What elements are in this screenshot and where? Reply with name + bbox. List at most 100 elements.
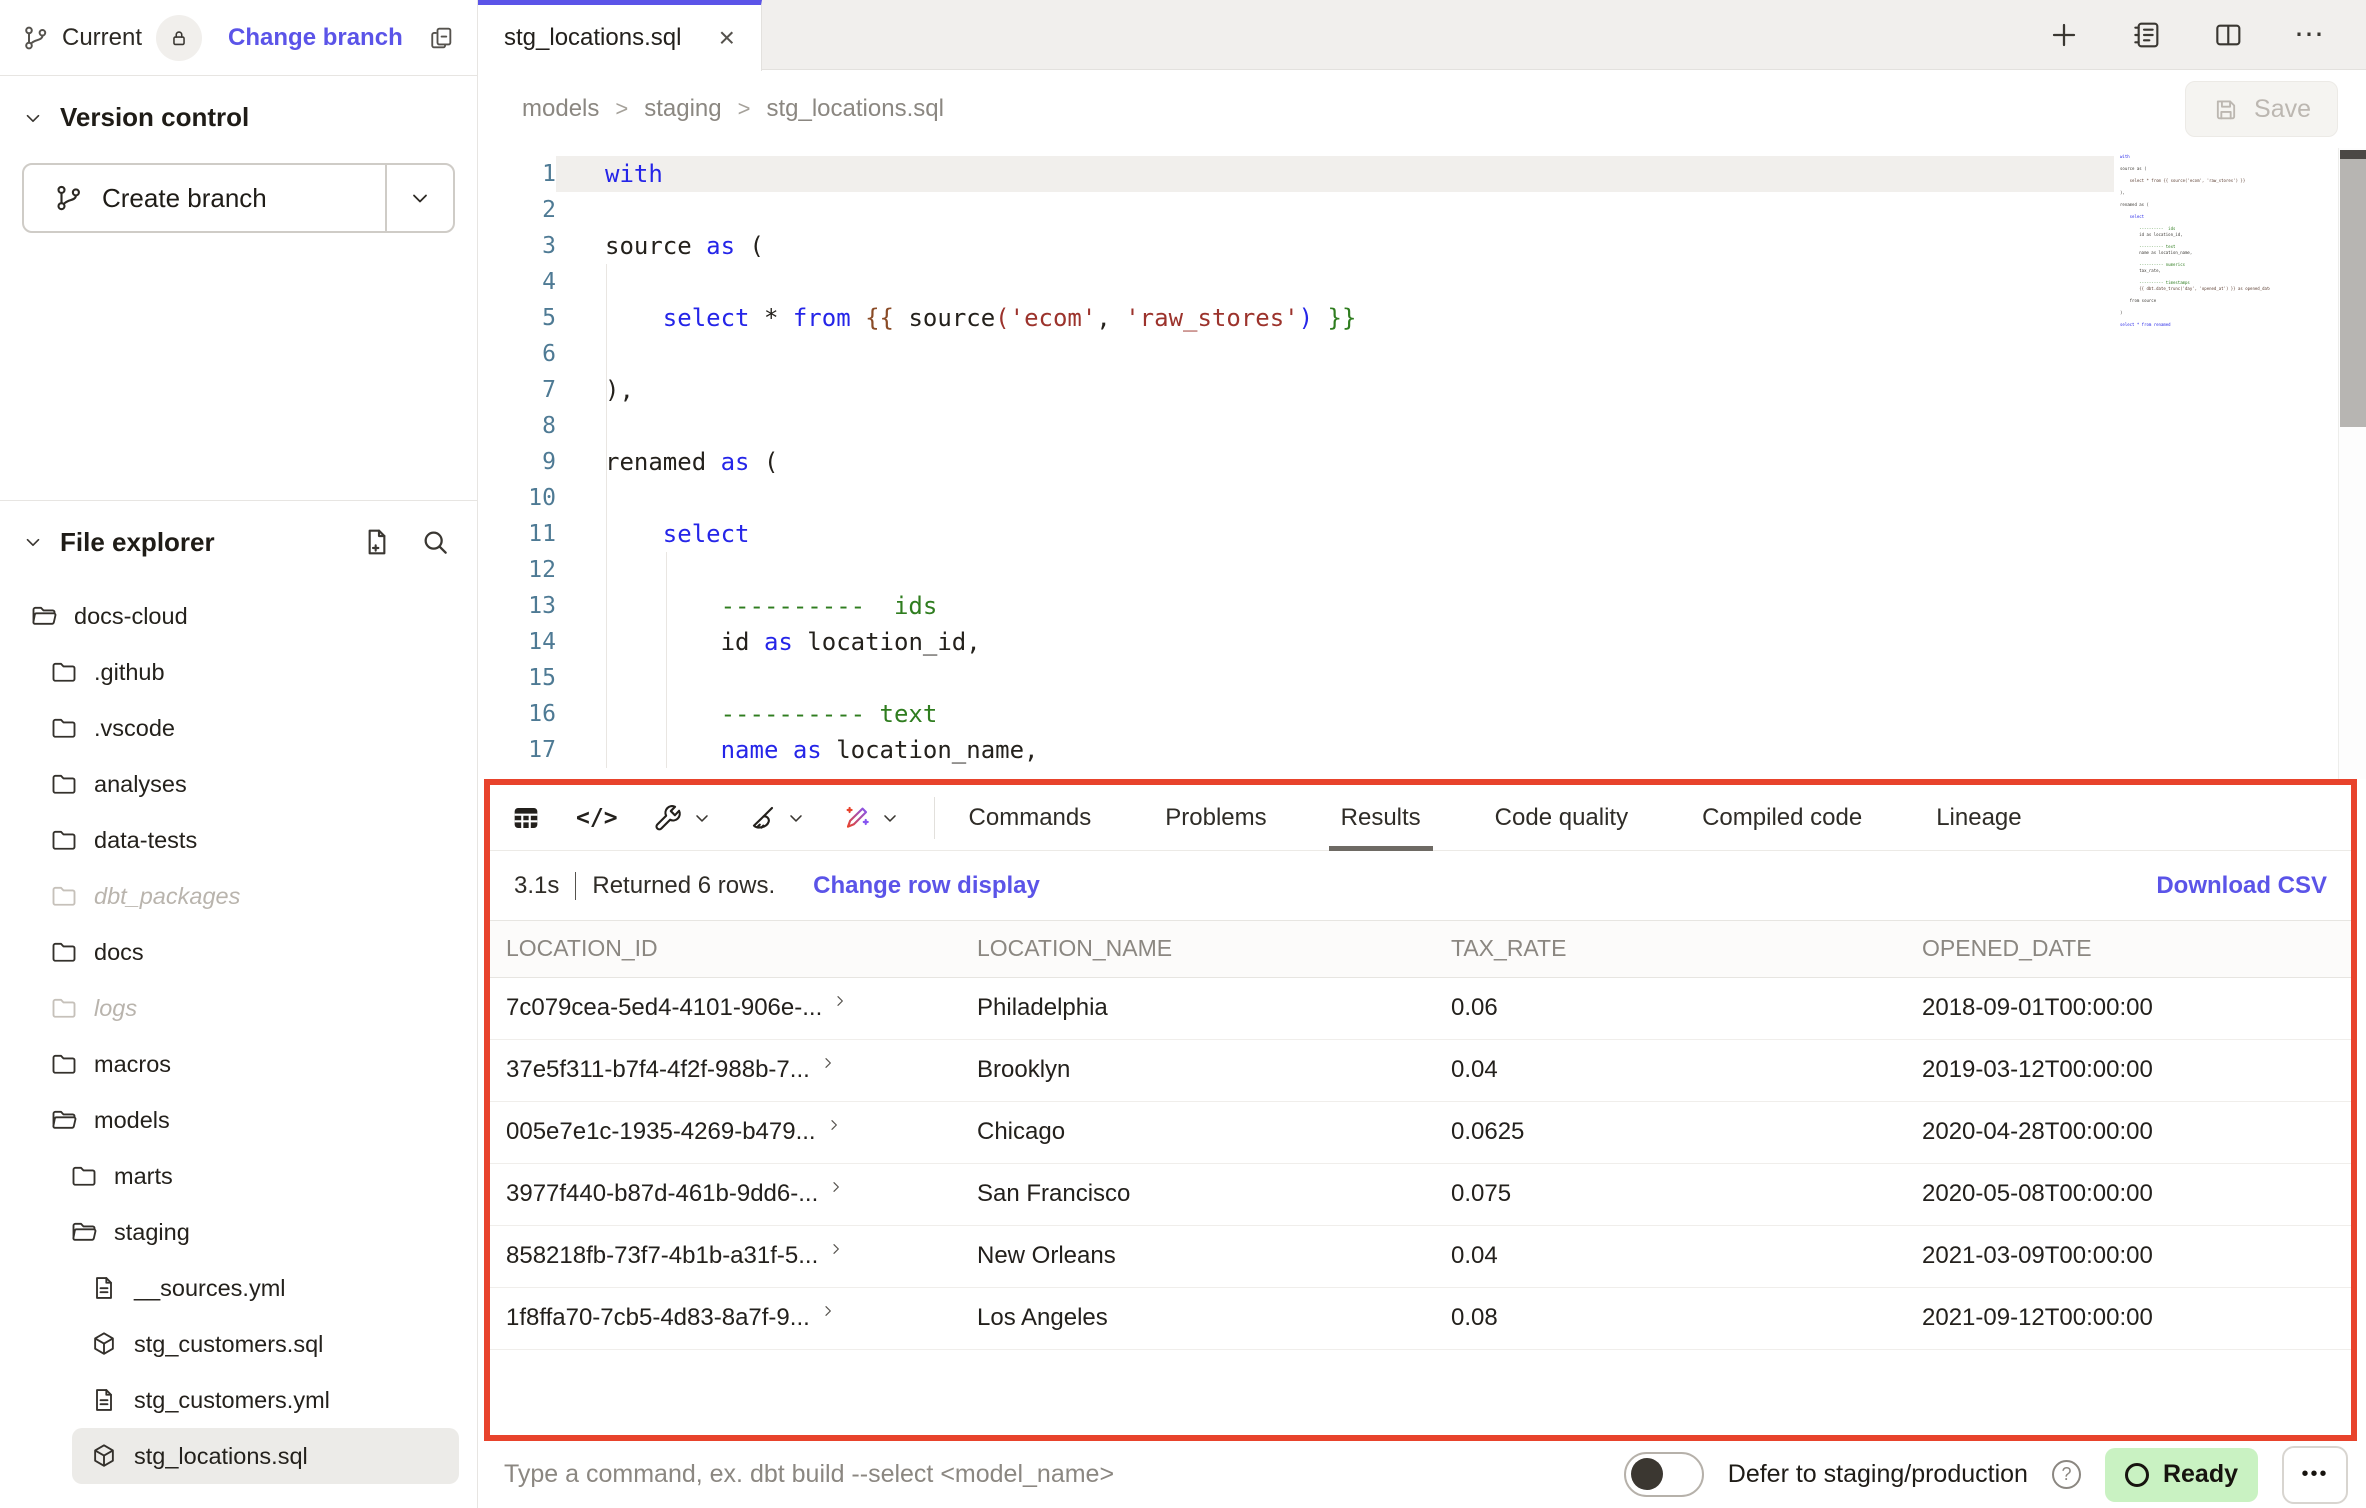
cell: 2018-09-01T00:00:00: [1906, 977, 2351, 1039]
breadcrumb-staging[interactable]: staging: [644, 95, 721, 123]
code-line-3[interactable]: 3source as (: [478, 228, 2366, 264]
results-tab-commands[interactable]: Commands: [965, 785, 1096, 851]
chevron-down-icon[interactable]: [22, 531, 44, 553]
chev-right-icon: [828, 1179, 844, 1195]
change-row-display-link[interactable]: Change row display: [813, 872, 1040, 900]
save-button[interactable]: Save: [2185, 81, 2338, 137]
file-tree: docs-cloud .github .vscodeanalysesdata-tes…: [0, 588, 477, 1484]
search-icon[interactable]: [419, 526, 451, 558]
code-line-7[interactable]: 7),: [478, 372, 2366, 408]
results-tab-lineage[interactable]: Lineage: [1932, 785, 2025, 851]
results-tab-problems[interactable]: Problems: [1161, 785, 1270, 851]
code-line-16[interactable]: 16 ---------- text: [478, 696, 2366, 732]
line-number: 6: [478, 336, 556, 372]
file-tree-item-dbt-packages[interactable]: dbt_packages: [0, 868, 477, 924]
results-tab-results[interactable]: Results: [1337, 785, 1425, 851]
code-text: [556, 192, 2114, 228]
split-pane-icon[interactable]: [2212, 19, 2244, 51]
create-branch-button[interactable]: Create branch: [24, 165, 385, 231]
file-tree-item-stg-locations-sql[interactable]: stg_locations.sql: [72, 1428, 459, 1484]
code-line-9[interactable]: 9renamed as (: [478, 444, 2366, 480]
new-tab-icon[interactable]: [2048, 19, 2080, 51]
file-tree-item-data-tests[interactable]: data-tests: [0, 812, 477, 868]
defer-toggle[interactable]: [1624, 1452, 1704, 1497]
new-file-icon[interactable]: [361, 526, 393, 558]
code-text: ---------- ids: [556, 588, 2114, 624]
file-tree-item-github[interactable]: .github: [0, 644, 477, 700]
breadcrumb-separator: >: [615, 96, 628, 122]
format-dropdown[interactable]: [746, 802, 806, 834]
code-line-11[interactable]: 11 select: [478, 516, 2366, 552]
editor-scrollbar[interactable]: [2338, 148, 2366, 779]
preview-table-icon[interactable]: [510, 802, 542, 834]
version-control-section: Version control Create branch: [0, 76, 477, 233]
line-number: 4: [478, 264, 556, 300]
chev-right-icon: [832, 993, 848, 1009]
file-name: .github: [94, 659, 165, 686]
version-control-header[interactable]: Version control: [22, 102, 455, 133]
line-number: 10: [478, 480, 556, 516]
file-tree-item-vscode[interactable]: .vscode: [0, 700, 477, 756]
file-tree-item-models[interactable]: models: [0, 1092, 477, 1148]
code-line-17[interactable]: 17 name as location_name,: [478, 732, 2366, 768]
download-csv-link[interactable]: Download CSV: [2156, 872, 2327, 900]
more-options-icon[interactable]: ⋯: [2294, 17, 2326, 52]
code-line-1[interactable]: 1with: [478, 156, 2366, 192]
close-icon[interactable]: ×: [719, 24, 735, 52]
results-tab-code-quality[interactable]: Code quality: [1491, 785, 1632, 851]
change-branch-link[interactable]: Change branch: [228, 24, 403, 52]
more-actions-button[interactable]: •••: [2282, 1446, 2348, 1504]
code-line-13[interactable]: 13 ---------- ids: [478, 588, 2366, 624]
compile-code-icon[interactable]: </>: [576, 805, 618, 831]
scrollbar-thumb[interactable]: [2340, 159, 2366, 427]
file-tree-item-docs-cloud[interactable]: docs-cloud: [0, 588, 477, 644]
copy-icon[interactable]: [427, 24, 455, 52]
ai-assist-dropdown[interactable]: [840, 802, 900, 834]
folder-icon: [50, 938, 78, 966]
code-text: renamed as (: [556, 444, 2114, 480]
file-tree-item-stg-customers-sql[interactable]: stg_customers.sql: [0, 1316, 477, 1372]
code-line-15[interactable]: 15: [478, 660, 2366, 696]
line-number: 14: [478, 624, 556, 660]
code-editor[interactable]: 1with23source as (45 select * from {{ so…: [478, 148, 2366, 779]
chevron-down-icon: [786, 808, 806, 828]
code-line-12[interactable]: 12: [478, 552, 2366, 588]
file-icon: [90, 1386, 118, 1414]
file-tree-item-stg-customers-yml[interactable]: stg_customers.yml: [0, 1372, 477, 1428]
tab-stg-locations-sql[interactable]: stg_locations.sql ×: [478, 0, 762, 71]
build-tools-dropdown[interactable]: [652, 802, 712, 834]
code-line-6[interactable]: 6: [478, 336, 2366, 372]
code-line-2[interactable]: 2: [478, 192, 2366, 228]
help-icon[interactable]: ?: [2052, 1460, 2081, 1489]
file-name: __sources.yml: [134, 1275, 286, 1302]
code-line-8[interactable]: 8: [478, 408, 2366, 444]
results-status-row: 3.1s Returned 6 rows. Change row display…: [490, 851, 2351, 921]
file-tree-item-macros[interactable]: macros: [0, 1036, 477, 1092]
column-header-location-id: LOCATION_ID: [490, 921, 961, 977]
toolbar-divider: [934, 797, 935, 839]
results-tab-compiled-code[interactable]: Compiled code: [1698, 785, 1866, 851]
file-icon: [90, 1274, 118, 1302]
create-branch-split-button: Create branch: [22, 163, 455, 233]
file-name: stg_customers.yml: [134, 1387, 330, 1414]
file-tree-item-marts[interactable]: marts: [0, 1148, 477, 1204]
code-line-5[interactable]: 5 select * from {{ source('ecom', 'raw_s…: [478, 300, 2366, 336]
file-tree-item-analyses[interactable]: analyses: [0, 756, 477, 812]
editor-minimap[interactable]: with source as ( select * from {{ source…: [2120, 154, 2270, 328]
file-tree-item-sources-yml[interactable]: __sources.yml: [0, 1260, 477, 1316]
file-tree-item-docs[interactable]: docs: [0, 924, 477, 980]
file-tree-item-logs[interactable]: logs: [0, 980, 477, 1036]
file-name: docs: [94, 939, 144, 966]
create-branch-dropdown[interactable]: [385, 165, 453, 231]
breadcrumb-row: models > staging > stg_locations.sql Sav…: [478, 70, 2366, 148]
cell: Los Angeles: [961, 1287, 1435, 1349]
file-name: stg_locations.sql: [134, 1443, 308, 1470]
command-input[interactable]: Type a command, ex. dbt build --select <…: [504, 1460, 1114, 1489]
code-line-4[interactable]: 4: [478, 264, 2366, 300]
code-line-10[interactable]: 10: [478, 480, 2366, 516]
file-name: marts: [114, 1163, 173, 1190]
journal-icon[interactable]: [2130, 19, 2162, 51]
code-line-14[interactable]: 14 id as location_id,: [478, 624, 2366, 660]
breadcrumb-models[interactable]: models: [522, 95, 599, 123]
file-tree-item-staging[interactable]: staging: [0, 1204, 477, 1260]
